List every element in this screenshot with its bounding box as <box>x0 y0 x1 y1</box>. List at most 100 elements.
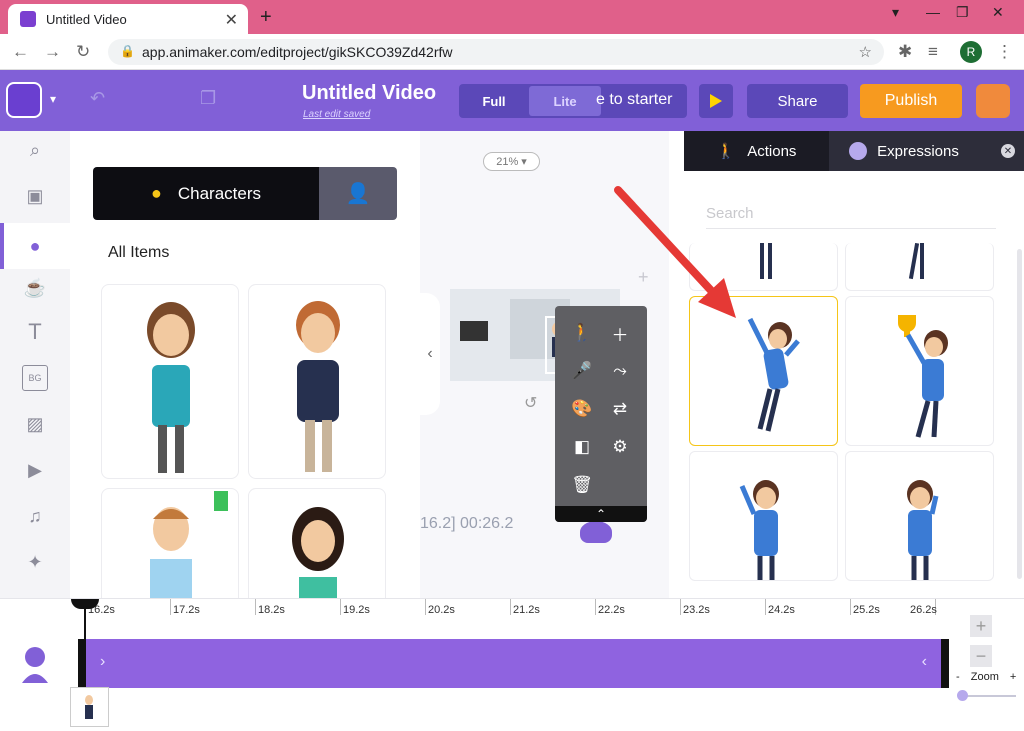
search-icon[interactable]: ⌕ <box>22 137 48 163</box>
tab-title: Untitled Video <box>46 11 127 27</box>
panel-scrollbar[interactable] <box>1017 249 1022 579</box>
mode-full-button[interactable]: Full <box>459 84 529 118</box>
zoom-slider[interactable] <box>960 695 1016 697</box>
woman-glasses-character <box>147 302 195 473</box>
playhead[interactable] <box>84 599 86 695</box>
motion-path-icon[interactable]: ⤳ <box>607 358 633 384</box>
mascot-avatar[interactable] <box>976 84 1010 118</box>
forward-icon[interactable]: → <box>44 42 61 62</box>
character-card[interactable] <box>248 284 386 479</box>
browser-tab[interactable]: Untitled Video ✕ <box>8 4 248 34</box>
action-card[interactable] <box>845 296 994 446</box>
swap-icon[interactable]: ⇄ <box>607 396 633 422</box>
switch-to-starter-label[interactable]: e to starter <box>596 91 672 109</box>
track-start-handle-icon[interactable]: › <box>100 653 105 671</box>
zoom-minus-label: - <box>956 671 960 683</box>
zoom-out-button[interactable]: − <box>970 645 992 667</box>
tab-expressions-label: Expressions <box>877 142 959 160</box>
last-saved-link[interactable]: Last edit saved <box>303 109 370 120</box>
profile-dropdown-icon[interactable]: ▾ <box>892 4 899 21</box>
scene-timestamp: 16.2] 00:26.2 <box>420 515 514 532</box>
action-card[interactable] <box>689 451 838 581</box>
timeline-tick-line <box>765 599 766 615</box>
duplicate-icon[interactable]: ❐ <box>200 88 216 109</box>
timeline-tick-line <box>850 599 851 615</box>
man-hoodie-character <box>296 301 340 472</box>
tab-actions[interactable]: 🚶 Actions <box>684 131 829 171</box>
video-icon[interactable]: ▶ <box>22 457 48 483</box>
character-layer-icon[interactable] <box>580 521 612 543</box>
person-icon: ● <box>150 183 162 203</box>
color-palette-icon[interactable]: 🎨 <box>569 396 595 422</box>
character-icon[interactable]: ● <box>22 233 48 259</box>
collapse-menu-chevron-icon[interactable]: ⌃ <box>555 506 647 522</box>
new-tab-icon[interactable]: + <box>260 6 272 29</box>
man-tie-character <box>150 491 228 599</box>
scenes-icon[interactable]: ▣ <box>22 183 48 209</box>
minimize-icon[interactable]: — <box>926 4 940 20</box>
timeline-tick-label: 23.2s <box>683 604 710 616</box>
timeline-tick-line <box>170 599 171 615</box>
delete-trash-icon[interactable]: 🗑 <box>569 472 595 498</box>
animaker-favicon-icon <box>20 11 36 27</box>
characters-tab[interactable]: ● Characters <box>93 167 319 220</box>
close-window-icon[interactable]: ✕ <box>992 4 1004 21</box>
props-icon[interactable]: ☕ <box>22 275 48 301</box>
restore-icon[interactable]: ❐ <box>956 4 969 21</box>
share-button[interactable]: Share <box>747 84 848 118</box>
undo-icon[interactable]: ↶ <box>90 88 105 109</box>
track-character-icon <box>20 645 50 683</box>
preview-play-button[interactable] <box>699 84 733 118</box>
timeline-tick-line <box>510 599 511 615</box>
close-tab-icon[interactable]: ✕ <box>225 10 238 30</box>
walk-icon[interactable]: 🚶 <box>569 320 595 346</box>
opacity-icon[interactable]: ◧ <box>569 434 595 460</box>
character-track[interactable]: › ‹ <box>78 639 949 688</box>
logo-dropdown-icon[interactable]: ▾ <box>50 92 56 106</box>
project-title[interactable]: Untitled Video <box>302 82 436 105</box>
action-card[interactable] <box>845 451 994 581</box>
actions-panel-tabs: 🚶 Actions Expressions ✕ <box>684 131 1024 171</box>
action-card[interactable] <box>845 243 994 291</box>
timeline-tick-label: 26.2s <box>910 604 937 616</box>
create-character-button[interactable]: 👤 <box>319 167 397 220</box>
canvas-zoom-dropdown[interactable]: 21% ▾ <box>483 152 540 171</box>
mode-lite-button[interactable]: Lite <box>529 86 601 116</box>
text-icon[interactable]: T <box>22 319 48 345</box>
character-card[interactable] <box>101 284 239 479</box>
timeline-scene-thumbnail[interactable] <box>70 687 109 727</box>
settings-gear-icon[interactable]: ⚙ <box>607 434 633 460</box>
background-icon[interactable]: BG <box>22 365 48 391</box>
music-icon[interactable]: ♫ <box>22 503 48 529</box>
character-context-menu: 🚶 ＋ 🎤 ⤳ 🎨 ⇄ ◧ ⚙ 🗑 ⌃ <box>555 306 647 522</box>
close-panel-icon[interactable]: ✕ <box>1001 144 1015 158</box>
image-icon[interactable]: ▨ <box>22 411 48 437</box>
animaker-logo[interactable] <box>6 82 42 118</box>
tab-expressions[interactable]: Expressions <box>829 131 979 171</box>
media-icon[interactable]: ≡ <box>928 42 938 62</box>
phone-call-action-preview <box>907 480 939 580</box>
back-icon[interactable]: ← <box>12 42 29 62</box>
profile-avatar[interactable]: R <box>960 41 982 63</box>
rotate-icon[interactable]: ↺ <box>524 393 537 413</box>
zoom-text: Zoom <box>970 671 999 683</box>
timeline-tick-line <box>340 599 341 615</box>
zoom-in-button[interactable]: + <box>970 615 992 637</box>
collapse-library-button[interactable]: ‹ <box>420 293 440 415</box>
timeline-tick-label: 17.2s <box>173 604 200 616</box>
timeline-tick-label: 21.2s <box>513 604 540 616</box>
extensions-icon[interactable]: ✱ <box>898 42 912 62</box>
menu-kebab-icon[interactable]: ⋮ <box>996 42 1013 62</box>
annotation-arrow <box>614 186 736 318</box>
publish-button[interactable]: Publish <box>860 84 962 118</box>
reload-icon[interactable]: ↻ <box>76 42 90 62</box>
track-end-handle-icon[interactable]: ‹ <box>922 653 927 671</box>
zoom-slider-knob[interactable] <box>957 690 968 701</box>
url-input[interactable]: 🔒 app.animaker.com/editproject/gikSKCO39… <box>108 39 884 65</box>
microphone-icon[interactable]: 🎤 <box>569 358 595 384</box>
timeline-tick-label: 20.2s <box>428 604 455 616</box>
effects-icon[interactable]: ✦ <box>22 549 48 575</box>
bookmark-star-icon[interactable]: ☆ <box>859 43 872 61</box>
timeline-tick-line <box>680 599 681 615</box>
timeline-tick-label: 24.2s <box>768 604 795 616</box>
